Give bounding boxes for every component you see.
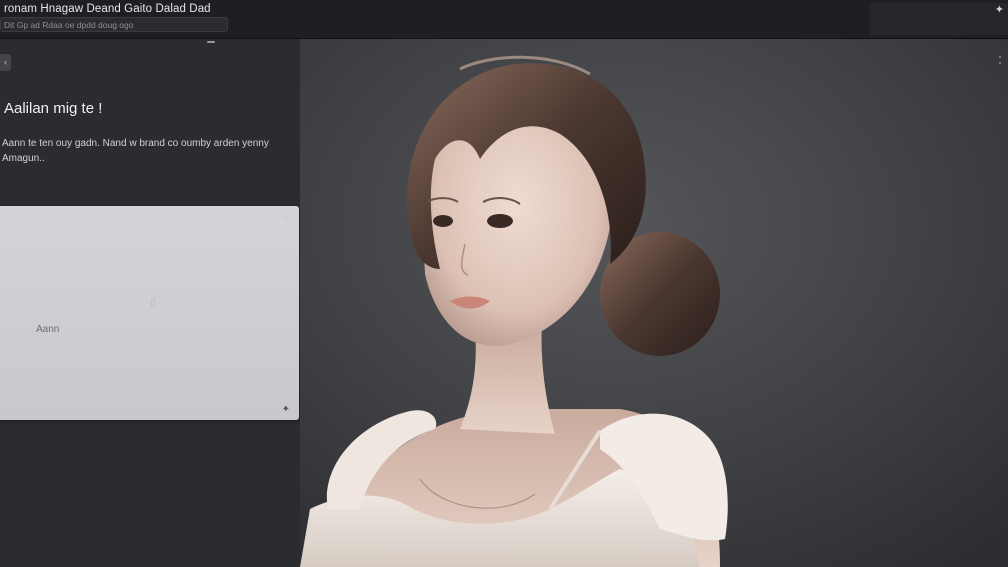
card-label: Aann bbox=[36, 324, 60, 335]
close-icon[interactable]: ◦ bbox=[284, 213, 287, 223]
portrait-photo bbox=[300, 39, 1008, 567]
upload-card[interactable]: ◦ ▯ Aann ✦ bbox=[0, 206, 299, 420]
address-field[interactable]: Dit Gp ad Rdaa oe dpdd doug ogo bbox=[0, 17, 228, 32]
sparkle-icon[interactable]: ✦ bbox=[282, 404, 290, 415]
drag-handle[interactable] bbox=[207, 41, 215, 43]
panel-heading: Aalilan mig te ! bbox=[4, 100, 103, 117]
top-bar: ronam Hnagaw Deand Gaito Dalad Dad Dit G… bbox=[0, 0, 1008, 39]
back-icon: ‹ bbox=[4, 57, 7, 67]
toolbar-area bbox=[870, 3, 1008, 35]
side-panel: ‹ Aalilan mig te ! Aann te ten ouy gadn.… bbox=[0, 39, 300, 567]
image-viewer: · · bbox=[300, 39, 1008, 567]
app-window: ronam Hnagaw Deand Gaito Dalad Dad Dit G… bbox=[0, 0, 1008, 567]
more-vertical-icon[interactable]: · · bbox=[997, 50, 1003, 68]
window-title: ronam Hnagaw Deand Gaito Dalad Dad bbox=[4, 3, 211, 15]
sparkle-icon[interactable]: ✦ bbox=[995, 3, 1004, 16]
back-button[interactable]: ‹ bbox=[0, 54, 11, 71]
image-placeholder-icon: ▯ bbox=[150, 298, 156, 309]
panel-description: Aann te ten ouy gadn. Nand w brand co ou… bbox=[2, 138, 269, 164]
